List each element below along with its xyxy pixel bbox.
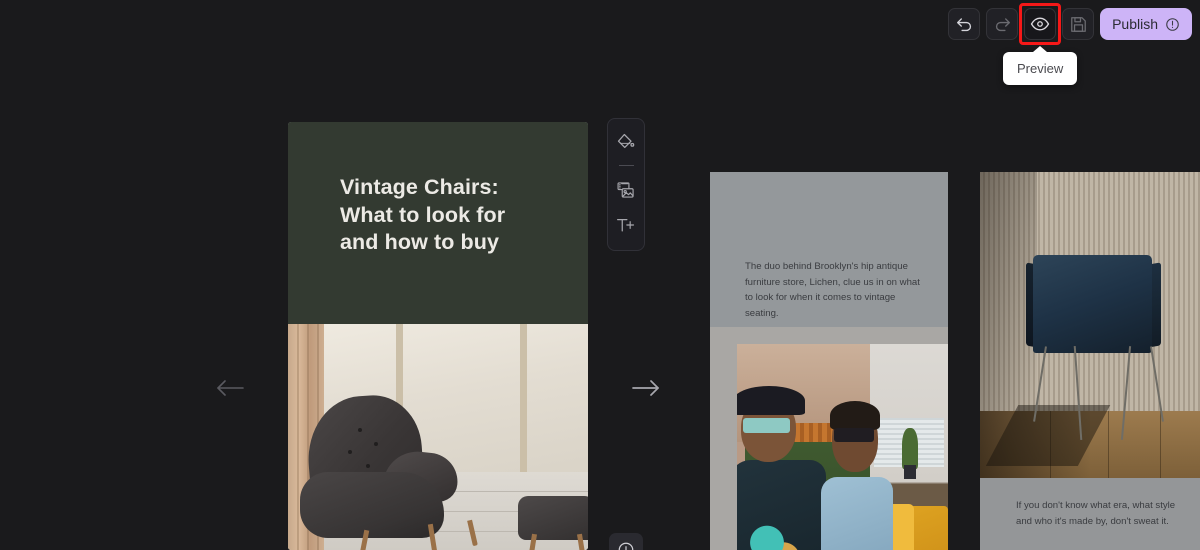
story-editor-canvas: Vintage Chairs: What to look for and how t… <box>0 0 1200 550</box>
save-button[interactable] <box>1062 8 1095 40</box>
carousel-next-button[interactable] <box>628 374 664 402</box>
blue-chair-photo-illustration <box>980 172 1200 478</box>
slide-2-text-band: The duo behind Brooklyn's hip antique fu… <box>710 172 948 327</box>
slide-card-next-1[interactable]: The duo behind Brooklyn's hip antique fu… <box>710 172 948 550</box>
floppy-disk-icon <box>1070 16 1086 32</box>
exclamation-circle-icon <box>1166 17 1179 31</box>
text-plus-icon[interactable] <box>613 212 639 238</box>
slide-2-image-band[interactable] <box>710 327 948 550</box>
preview-tooltip: Preview <box>1003 46 1078 85</box>
armchair-photo-illustration <box>288 324 588 550</box>
undo-arrow-icon <box>956 17 971 31</box>
preview-button[interactable] <box>1024 8 1057 40</box>
undo-button[interactable] <box>948 8 981 40</box>
redo-button[interactable] <box>986 8 1019 40</box>
slide-title-panel: Vintage Chairs: What to look for and how t… <box>288 122 588 324</box>
slide-3-caption-band: If you don't know what era, what style a… <box>980 478 1200 550</box>
slide-card-active[interactable]: Vintage Chairs: What to look for and how t… <box>288 122 588 550</box>
toolbar-divider <box>618 165 634 166</box>
eye-icon <box>1030 17 1050 31</box>
arrow-right-icon <box>632 380 659 396</box>
slide-image-armchair[interactable] <box>288 324 588 550</box>
paint-bucket-icon[interactable] <box>613 129 639 155</box>
slide-title-line-1: Vintage Chairs: <box>340 175 499 199</box>
slide-3-image[interactable] <box>980 172 1200 478</box>
editor-toolbar: Publish <box>948 3 1192 45</box>
publish-button[interactable]: Publish <box>1100 8 1192 40</box>
preview-tooltip-text: Preview <box>1017 61 1064 76</box>
slide-title-line-3: and how to buy <box>340 230 500 255</box>
people-and-sofa-photo-illustration <box>737 344 948 550</box>
image-icon[interactable] <box>613 177 639 203</box>
publish-label: Publish <box>1112 16 1158 32</box>
slide-title-line-2: What to look for <box>340 202 506 227</box>
slide-2-body: The duo behind Brooklyn's hip antique fu… <box>745 261 920 319</box>
info-control-button[interactable] <box>609 533 643 550</box>
slide-card-next-2[interactable]: If you don't know what era, what style a… <box>980 172 1200 550</box>
preview-button-wrapper <box>1019 3 1062 45</box>
slide-title: Vintage Chairs: What to look for and how t… <box>340 174 588 257</box>
redo-arrow-icon <box>995 17 1010 31</box>
slide-3-body: If you don't know what era, what style a… <box>1016 500 1176 527</box>
floating-edit-toolbar <box>607 118 645 251</box>
arrow-left-icon <box>217 380 244 396</box>
carousel-prev-button[interactable] <box>212 374 248 402</box>
